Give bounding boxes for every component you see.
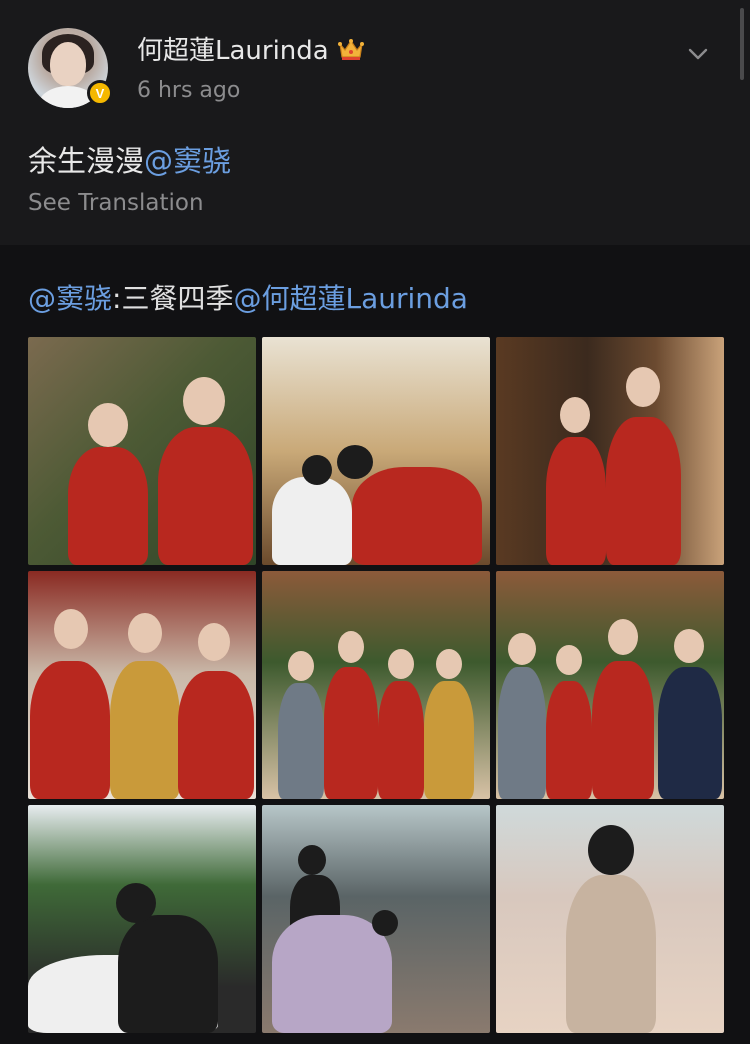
timestamp: 6 hrs ago: [137, 78, 241, 103]
photo-6[interactable]: [496, 571, 724, 799]
avatar-face: [50, 42, 86, 86]
verified-badge-icon: V: [87, 80, 113, 106]
photo-8[interactable]: [262, 805, 490, 1033]
repost-text: @窦骁:三餐四季@何超蓮Laurinda: [28, 277, 468, 317]
photo-3[interactable]: [496, 337, 724, 565]
post-text-body: 余生漫漫: [28, 144, 145, 178]
photo-4[interactable]: [28, 571, 256, 799]
scrollbar[interactable]: [740, 8, 744, 80]
repost-card[interactable]: @窦骁:三餐四季@何超蓮Laurinda: [0, 245, 750, 1044]
photo-5[interactable]: [262, 571, 490, 799]
chevron-down-icon[interactable]: [686, 42, 710, 66]
username[interactable]: 何超蓮Laurinda: [137, 30, 329, 67]
repost-body: 三餐四季: [121, 282, 234, 315]
photo-grid: [28, 337, 724, 1033]
repost-author-mention[interactable]: @窦骁: [28, 282, 112, 315]
post-header: V 何超蓮Laurinda 6 hrs ago 余生漫漫@窦骁 See Tran…: [0, 0, 750, 245]
post-mention-link[interactable]: @窦骁: [144, 144, 231, 178]
repost-tail-mention[interactable]: @何超蓮Laurinda: [233, 282, 467, 315]
photo-7[interactable]: [28, 805, 256, 1033]
photo-9[interactable]: [496, 805, 724, 1033]
photo-1[interactable]: [28, 337, 256, 565]
photo-2[interactable]: [262, 337, 490, 565]
post-text: 余生漫漫@窦骁: [28, 138, 231, 180]
crown-icon: [337, 38, 364, 60]
username-row: 何超蓮Laurinda: [137, 30, 365, 67]
see-translation-link[interactable]: See Translation: [28, 190, 204, 216]
